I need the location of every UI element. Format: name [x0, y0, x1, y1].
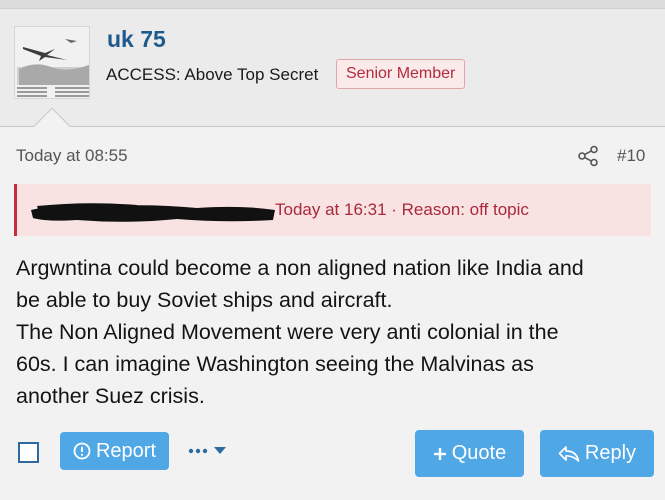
username-link[interactable]: uk 75 — [107, 26, 166, 53]
report-button[interactable]: Report — [60, 432, 169, 470]
redaction-mark — [31, 203, 275, 222]
more-dots-icon[interactable] — [186, 441, 230, 461]
user-header: uk 75 ACCESS: Above Top Secret Senior Me… — [0, 9, 665, 127]
post-number-link[interactable]: #10 — [617, 146, 645, 166]
report-alert-icon — [73, 442, 91, 460]
share-icon[interactable] — [577, 145, 599, 167]
message-line: 60s. I can imagine Washington seeing the… — [16, 352, 534, 376]
post-date[interactable]: Today at 08:55 — [16, 146, 128, 166]
edit-notice-text: Today at 16:31 · Reason: off topic — [275, 200, 529, 219]
rank-badge: Senior Member — [336, 59, 466, 89]
avatar[interactable] — [14, 26, 90, 99]
message-line: another Suez crisis. — [16, 384, 205, 408]
post-message: Argwntina could become a non aligned nat… — [16, 252, 646, 412]
quote-label: Quote — [451, 442, 507, 464]
edit-notice: Today at 16:31 · Reason: off topic — [14, 184, 651, 236]
quote-button[interactable]: Quote — [415, 430, 524, 477]
avatar-image — [15, 27, 89, 98]
reply-button[interactable]: Reply — [540, 430, 654, 477]
message-line: The Non Aligned Movement were very anti … — [16, 320, 559, 344]
select-post-checkbox[interactable] — [18, 442, 39, 463]
plus-icon — [433, 447, 446, 460]
user-access-title: ACCESS: Above Top Secret — [106, 65, 319, 84]
top-border — [0, 0, 665, 9]
post-body: Today at 08:55 #10 Today at 16:31 · Reas… — [0, 127, 665, 500]
reply-arrow-icon — [558, 445, 580, 462]
message-line: Argwntina could become a non aligned nat… — [16, 256, 584, 280]
report-label: Report — [95, 439, 157, 462]
reply-label: Reply — [584, 442, 637, 464]
message-line: be able to buy Soviet ships and aircraft… — [16, 288, 393, 312]
